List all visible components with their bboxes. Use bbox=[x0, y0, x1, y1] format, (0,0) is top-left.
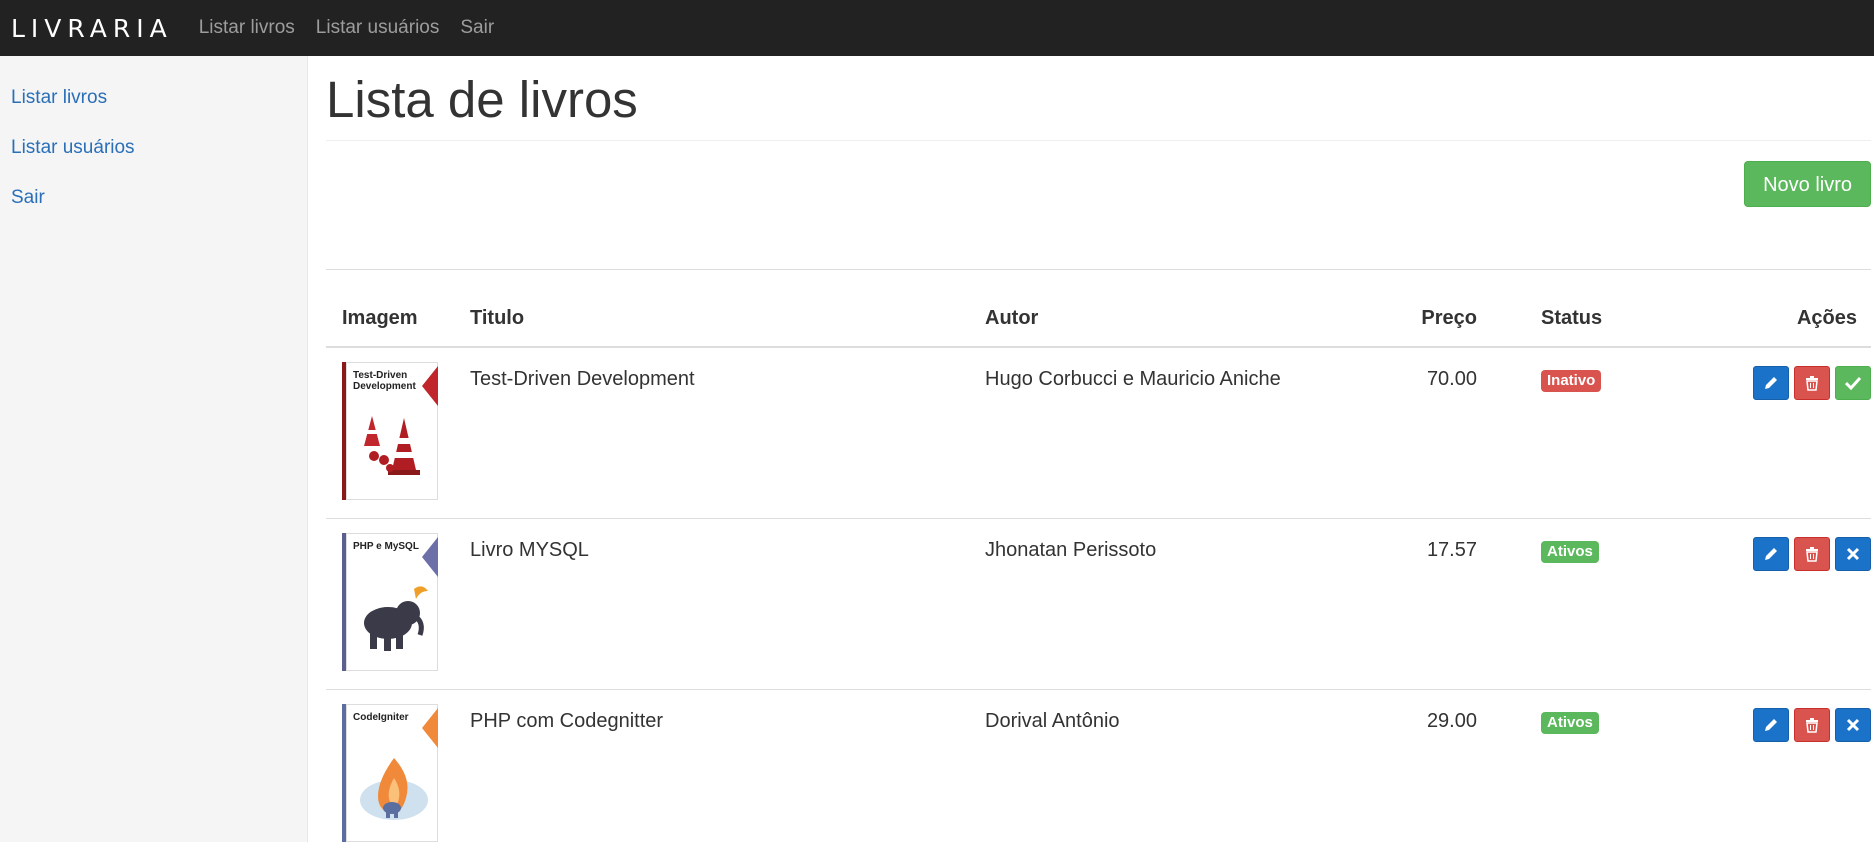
column-header-author: Autor bbox=[969, 270, 1401, 348]
sidebar-item-listar-usuarios[interactable]: Listar usuários bbox=[11, 137, 135, 159]
book-author: Hugo Corbucci e Mauricio Aniche bbox=[969, 347, 1401, 519]
pencil-icon bbox=[1763, 375, 1779, 391]
trash-icon bbox=[1805, 717, 1819, 733]
book-title: Test-Driven Development bbox=[454, 347, 969, 519]
status-badge: Ativos bbox=[1541, 712, 1599, 734]
deactivate-button[interactable] bbox=[1835, 708, 1871, 742]
flame-elephant-illustration bbox=[354, 750, 432, 825]
check-icon bbox=[1845, 376, 1861, 390]
delete-button[interactable] bbox=[1794, 366, 1830, 400]
pencil-icon bbox=[1763, 717, 1779, 733]
edit-button[interactable] bbox=[1753, 537, 1789, 571]
new-book-button[interactable]: Novo livro bbox=[1744, 161, 1871, 207]
elephant-illustration bbox=[354, 579, 432, 654]
book-title: Livro MYSQL bbox=[454, 519, 969, 690]
status-badge: Ativos bbox=[1541, 541, 1599, 563]
trash-icon bbox=[1805, 546, 1819, 562]
book-cover-image: CodeIgniter bbox=[342, 704, 438, 842]
column-header-price: Preço bbox=[1401, 270, 1493, 348]
table-row: CodeIgniter PHP com Codegnitter Dorival … bbox=[326, 690, 1871, 860]
x-icon bbox=[1846, 718, 1860, 732]
page-title: Lista de livros bbox=[326, 56, 1871, 141]
book-author: Jhonatan Perissoto bbox=[969, 519, 1401, 690]
edit-button[interactable] bbox=[1753, 708, 1789, 742]
books-table: Imagem Titulo Autor Preço Status Ações T… bbox=[326, 269, 1871, 860]
nav-link-sair[interactable]: Sair bbox=[460, 17, 494, 39]
table-row: Test-Driven Development bbox=[326, 347, 1871, 519]
nav-link-listar-usuarios[interactable]: Listar usuários bbox=[316, 17, 440, 39]
book-price: 29.00 bbox=[1401, 690, 1493, 860]
column-header-status: Status bbox=[1493, 270, 1667, 348]
brand-logo[interactable]: LIVRARIA bbox=[11, 14, 173, 43]
sidebar-item-sair[interactable]: Sair bbox=[11, 187, 45, 209]
deactivate-button[interactable] bbox=[1835, 537, 1871, 571]
x-icon bbox=[1846, 547, 1860, 561]
book-price: 17.57 bbox=[1401, 519, 1493, 690]
book-title: PHP com Codegnitter bbox=[454, 690, 969, 860]
sidebar: Listar livros Listar usuários Sair bbox=[0, 56, 308, 842]
book-author: Dorival Antônio bbox=[969, 690, 1401, 860]
delete-button[interactable] bbox=[1794, 537, 1830, 571]
column-header-title: Titulo bbox=[454, 270, 969, 348]
status-badge: Inativo bbox=[1541, 370, 1601, 392]
edit-button[interactable] bbox=[1753, 366, 1789, 400]
top-navbar: LIVRARIA Listar livros Listar usuários S… bbox=[0, 0, 1874, 56]
main-content: Lista de livros Novo livro Imagem Titulo… bbox=[326, 56, 1871, 141]
book-cover-image: Test-Driven Development bbox=[342, 362, 438, 500]
traffic-cones-illustration bbox=[354, 408, 432, 483]
book-price: 70.00 bbox=[1401, 347, 1493, 519]
sidebar-item-listar-livros[interactable]: Listar livros bbox=[11, 87, 107, 109]
nav-link-listar-livros[interactable]: Listar livros bbox=[199, 17, 295, 39]
trash-icon bbox=[1805, 375, 1819, 391]
column-header-actions: Ações bbox=[1667, 270, 1871, 348]
delete-button[interactable] bbox=[1794, 708, 1830, 742]
activate-button[interactable] bbox=[1835, 366, 1871, 400]
table-row: PHP e MySQL Livro MYSQL Jhonatan bbox=[326, 519, 1871, 690]
book-cover-image: PHP e MySQL bbox=[342, 533, 438, 671]
top-nav-links: Listar livros Listar usuários Sair bbox=[199, 17, 515, 39]
column-header-image: Imagem bbox=[326, 270, 454, 348]
pencil-icon bbox=[1763, 546, 1779, 562]
